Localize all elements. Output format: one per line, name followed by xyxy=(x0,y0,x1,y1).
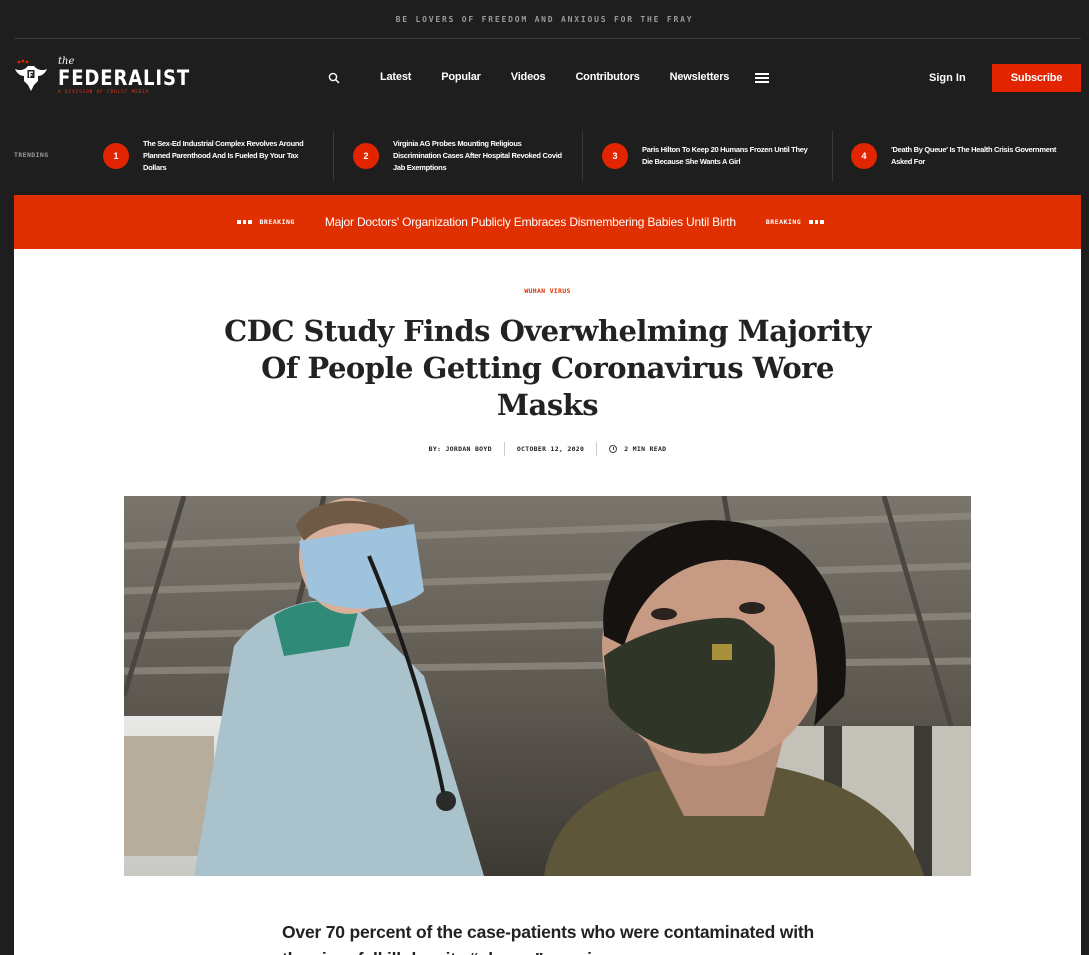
breaking-label: BREAKING xyxy=(765,218,802,226)
subscribe-button[interactable]: Subscribe xyxy=(992,64,1081,92)
nav-newsletters[interactable]: Newsletters xyxy=(670,71,730,83)
clock-icon xyxy=(609,445,618,453)
trending-bar: TRENDING 1 The Sex-Ed Industrial Complex… xyxy=(0,117,1089,195)
main-nav: Latest Popular Videos Contributors Newsl… xyxy=(380,71,759,83)
trending-title: Virginia AG Probes Mounting Religious Di… xyxy=(393,139,562,172)
divider xyxy=(503,442,505,456)
sign-in-link[interactable]: Sign In xyxy=(929,72,966,84)
eagle-logo-icon xyxy=(15,59,47,91)
site-tagline: BE LOVERS OF FREEDOM AND ANXIOUS FOR THE… xyxy=(395,14,694,24)
breaking-dots-icon xyxy=(809,220,824,224)
article-author[interactable]: BY: JORDAN BOYD xyxy=(429,445,492,453)
breaking-label: BREAKING xyxy=(259,218,295,226)
trending-item-3[interactable]: 3 Paris Hilton To Keep 20 Humans Frozen … xyxy=(602,131,814,181)
search-icon[interactable] xyxy=(328,72,340,84)
divider xyxy=(832,131,833,181)
article-category[interactable]: WUHAN VIRUS xyxy=(14,287,1081,295)
trending-item-1[interactable]: 1 The Sex-Ed Industrial Complex Revolves… xyxy=(103,131,315,181)
article-hero-image xyxy=(124,496,971,876)
trending-number: 4 xyxy=(851,143,877,169)
trending-number: 2 xyxy=(353,143,379,169)
logo-subtitle: A DIVISION OF FDRLST MEDIA xyxy=(58,90,150,95)
nav-popular[interactable]: Popular xyxy=(441,71,481,83)
trending-number: 3 xyxy=(602,143,628,169)
breaking-news-banner[interactable]: BREAKING Major Doctors' Organization Pub… xyxy=(14,195,1081,249)
site-header: the FEDERALIST A DIVISION OF FDRLST MEDI… xyxy=(0,39,1089,117)
trending-label: TRENDING xyxy=(14,151,49,159)
read-time: 2 MIN READ xyxy=(624,445,667,453)
trending-item-2[interactable]: 2 Virginia AG Probes Mounting Religious … xyxy=(353,131,565,181)
article-date: OCTOBER 12, 2020 xyxy=(516,445,585,453)
divider xyxy=(333,131,334,181)
hero-photo-illustration xyxy=(124,496,971,876)
article: WUHAN VIRUS CDC Study Finds Overwhelming… xyxy=(14,249,1081,955)
nav-latest[interactable]: Latest xyxy=(380,71,411,83)
nav-contributors[interactable]: Contributors xyxy=(575,71,639,83)
article-meta: BY: JORDAN BOYD OCTOBER 12, 2020 2 MIN R… xyxy=(14,442,1081,456)
article-title: CDC Study Finds Overwhelming Majority Of… xyxy=(224,314,871,422)
hamburger-icon[interactable] xyxy=(755,73,769,83)
divider xyxy=(596,442,598,456)
trending-item-4[interactable]: 4 'Death By Queue' Is The Health Crisis … xyxy=(851,131,1063,181)
trending-title: Paris Hilton To Keep 20 Humans Frozen Un… xyxy=(642,145,808,166)
trending-number: 1 xyxy=(103,143,129,169)
trending-title: The Sex-Ed Industrial Complex Revolves A… xyxy=(143,139,304,172)
breaking-headline[interactable]: Major Doctors' Organization Publicly Emb… xyxy=(325,215,736,229)
trending-title: 'Death By Queue' Is The Health Crisis Go… xyxy=(891,145,1057,166)
site-logo[interactable]: the FEDERALIST A DIVISION OF FDRLST MEDI… xyxy=(14,57,212,95)
breaking-dots-icon xyxy=(237,220,252,224)
article-lede: Over 70 percent of the case-patients who… xyxy=(282,922,814,955)
logo-name: FEDERALIST xyxy=(58,66,191,90)
divider xyxy=(582,131,583,181)
nav-videos[interactable]: Videos xyxy=(511,71,546,83)
